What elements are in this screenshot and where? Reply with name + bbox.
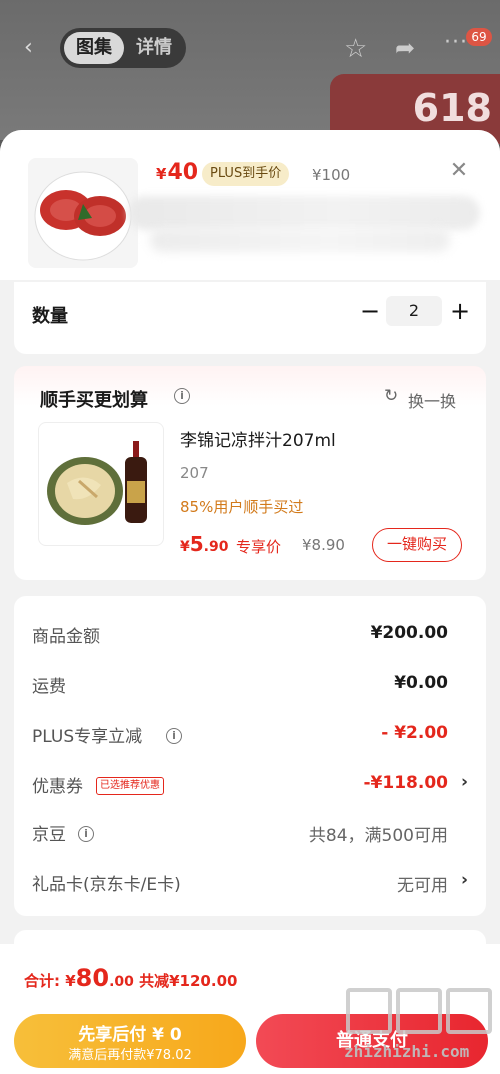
pay-later-button[interactable]: 先享后付 ¥ 0 满意后再付款¥78.02 <box>14 1014 246 1068</box>
summary-label: 礼品卡(京东卡/E卡) <box>32 875 181 895</box>
product-thumbnail <box>28 158 138 268</box>
pay-later-label: 先享后付 ¥ 0 <box>78 1025 182 1045</box>
summary-value: - ¥2.00 <box>381 723 448 743</box>
plus-icon[interactable]: + <box>448 296 472 326</box>
summary-row-shipping: 运费 ¥0.00 <box>14 670 486 700</box>
order-summary: 商品金额 ¥200.00 运费 ¥0.00 PLUS专享立减 i - ¥2.00… <box>14 596 486 916</box>
cart-count-badge: 69 <box>466 28 492 46</box>
addon-name[interactable]: 李锦记凉拌汁207ml <box>180 426 336 451</box>
background-page: ‹ 图集 详情 ☆ ➦ ··· 69 618 <box>0 0 500 144</box>
summary-label: PLUS专享立减 <box>32 727 143 747</box>
summary-label: 商品金额 <box>32 627 100 647</box>
share-icon[interactable]: ➦ <box>395 34 415 62</box>
summary-value: 无可用 <box>397 876 448 896</box>
chevron-right-icon: › <box>460 772 468 792</box>
more-icon[interactable]: ··· <box>444 30 468 55</box>
info-icon[interactable]: i <box>166 728 182 744</box>
summary-row-gift-card[interactable]: 礼品卡(京东卡/E卡) 无可用 › <box>14 868 486 898</box>
summary-value: ¥0.00 <box>394 673 448 693</box>
swap-button[interactable]: 换一换 <box>408 388 456 412</box>
watermark: zhizhizhi.com <box>340 980 500 1074</box>
summary-row-plus-discount: PLUS专享立减 i - ¥2.00 <box>14 720 486 750</box>
watermark-glyph <box>346 988 392 1034</box>
minus-icon[interactable]: − <box>358 296 382 326</box>
summary-row-subtotal: 商品金额 ¥200.00 <box>14 620 486 650</box>
addon-card: 顺手买更划算 i ↻ 换一换 李锦记凉拌汁207ml 207 85%用户顺手买过… <box>14 366 486 580</box>
product-header: ¥40 PLUS到手价 ¥100 ✕ <box>0 130 500 280</box>
watermark-glyph <box>396 988 442 1034</box>
tab-details[interactable]: 详情 <box>126 32 182 64</box>
watermark-glyph <box>446 988 492 1034</box>
media-tabs: 图集 详情 <box>60 28 186 68</box>
addon-spec: 207 <box>180 464 209 482</box>
blurred-title <box>128 196 480 230</box>
promo-text: 618 <box>412 86 492 130</box>
tab-gallery[interactable]: 图集 <box>64 32 124 64</box>
close-icon[interactable]: ✕ <box>446 158 472 184</box>
quantity-input[interactable]: 2 <box>386 296 442 326</box>
info-icon[interactable]: i <box>78 826 94 842</box>
blurred-spec <box>150 228 450 252</box>
summary-label: 优惠券 <box>32 777 83 797</box>
summary-label: 京豆 <box>32 825 66 845</box>
coupon-tag: 已选推荐优惠 <box>96 777 164 795</box>
one-click-buy-button[interactable]: 一键购买 <box>372 528 462 562</box>
plus-price-tag: PLUS到手价 <box>202 162 290 186</box>
favorite-star-icon[interactable]: ☆ <box>344 34 367 64</box>
quantity-label: 数量 <box>32 306 68 327</box>
addon-title: 顺手买更划算 <box>40 390 148 411</box>
info-icon[interactable]: i <box>174 388 190 404</box>
product-price: ¥40 <box>156 160 199 185</box>
summary-value: ¥200.00 <box>370 623 448 643</box>
original-price: ¥100 <box>312 166 351 184</box>
summary-row-coupon[interactable]: 优惠券 已选推荐优惠 -¥118.00 › <box>14 770 486 800</box>
refresh-icon[interactable]: ↻ <box>384 386 398 406</box>
total-line: 合计: ¥80.00 共减¥120.00 <box>24 964 238 992</box>
pay-later-sublabel: 满意后再付款¥78.02 <box>68 1048 192 1063</box>
back-icon[interactable]: ‹ <box>24 37 44 59</box>
summary-row-jingdou: 京豆 i 共84，满500可用 <box>14 818 486 848</box>
summary-label: 运费 <box>32 677 66 697</box>
addon-original-price: ¥8.90 <box>302 536 345 554</box>
addon-price: ¥5.90 <box>180 532 229 556</box>
addon-bought-text: 85%用户顺手买过 <box>180 498 304 516</box>
summary-value: 共84，满500可用 <box>308 826 448 846</box>
watermark-text: zhizhizhi.com <box>344 1042 470 1061</box>
quantity-card: 数量 − 2 + <box>14 282 486 354</box>
chevron-right-icon: › <box>460 870 468 890</box>
addon-thumbnail <box>38 422 164 546</box>
summary-value: -¥118.00 <box>363 773 449 793</box>
addon-price-tag: 专享价 <box>236 538 282 556</box>
purchase-sheet: ¥40 PLUS到手价 ¥100 ✕ 数量 − 2 + 顺手买更划算 i ↻ 换… <box>0 130 500 1074</box>
